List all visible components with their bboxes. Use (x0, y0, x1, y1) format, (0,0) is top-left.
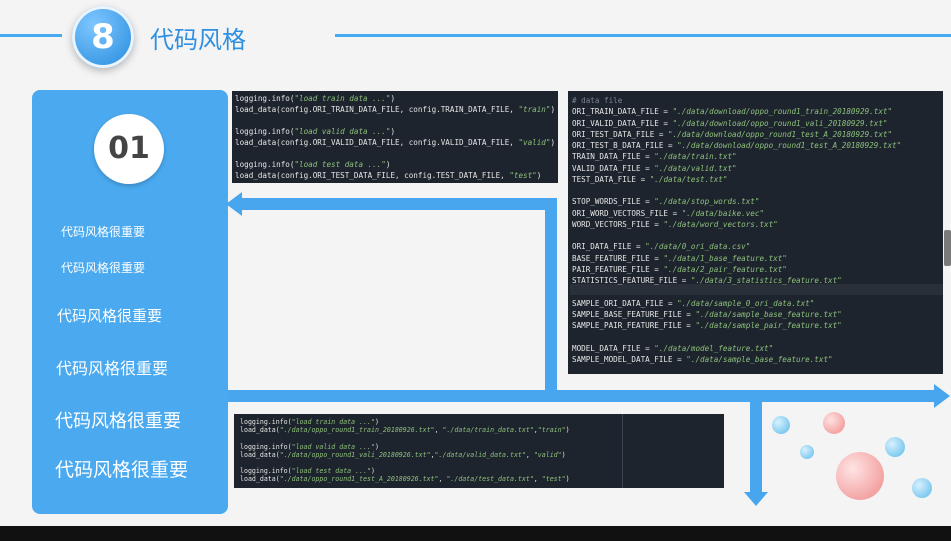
code-line: logging.info("load train data ...") (235, 94, 396, 103)
panel-text-2: 代码风格很重要 (61, 261, 146, 275)
bubble-blue-4 (912, 478, 932, 498)
code-line: load_data(config.ORI_TRAIN_DATA_FILE, co… (235, 105, 556, 114)
code-line: ORI_DATA_FILE = "./data/0_ori_data.csv" (572, 242, 751, 252)
panel-text-1: 代码风格很重要 (61, 225, 146, 239)
code-line: ORI_WORD_VECTORS_FILE = "./data/baike.ve… (572, 208, 765, 218)
header-line-right (335, 34, 951, 37)
header-line-left (0, 34, 62, 37)
code-block-config: # data file ORI_TRAIN_DATA_FILE = "./data… (568, 91, 943, 374)
bubble-blue-2 (800, 445, 814, 459)
code-line: load_data("./data/oppo_round1_test_A_201… (240, 475, 570, 484)
bubble-pink-1 (823, 412, 845, 434)
arrow-right-icon (934, 384, 950, 408)
code-line: logging.info("load valid data ...") (235, 127, 396, 136)
panel-text-4: 代码风格很重要 (56, 359, 169, 378)
arrow-down-icon (744, 492, 768, 506)
bubble-blue-3 (885, 437, 905, 457)
code-line: STOP_WORDS_FILE = "./data/stop_words.txt… (572, 197, 760, 207)
code-line: logging.info("load test data ...") (235, 160, 391, 169)
code-block-top: logging.info("load train data ...") load_… (232, 91, 558, 183)
code-line: logging.info("load train data ...") (240, 418, 379, 426)
code-line: WORD_VECTORS_FILE = "./data/word_vectors… (572, 219, 778, 229)
bubble-pink-large (836, 452, 884, 500)
cursor-line-highlight (570, 284, 943, 295)
code-line: SAMPLE_MODEL_DATA_FILE = "./data/sample_… (572, 354, 833, 364)
panel-text-6: 代码风格很重要 (55, 459, 189, 481)
code-line: TEST_DATA_FILE = "./data/test.txt" (572, 174, 728, 184)
code-line: PAIR_FEATURE_FILE = "./data/2_pair_featu… (572, 264, 787, 274)
code-line: SAMPLE_BASE_FEATURE_FILE = "./data/sampl… (572, 309, 842, 319)
code-line: # data file (572, 96, 623, 105)
page-title: 代码风格 (150, 26, 246, 54)
bubble-blue-1 (772, 416, 790, 434)
panel-text-5: 代码风格很重要 (55, 411, 181, 432)
code-line: MODEL_DATA_FILE = "./data/model_feature.… (572, 343, 774, 353)
code-line: TRAIN_DATA_FILE = "./data/train.txt" (572, 152, 737, 162)
connector-to-left (242, 198, 557, 210)
bottom-bar (0, 526, 951, 541)
connector-vertical (545, 198, 557, 391)
code-line: BASE_FEATURE_FILE = "./data/1_base_featu… (572, 253, 787, 263)
code-block-bottom: logging.info("load train data ...") load_… (234, 414, 724, 488)
code-line: logging.info("load test data ...") (240, 467, 375, 476)
code-line: SAMPLE_ORI_DATA_FILE = "./data/sample_0_… (572, 298, 815, 308)
code-line: ORI_TRAIN_DATA_FILE = "./data/download/o… (572, 107, 893, 117)
code-line: ORI_TEST_DATA_FILE = "./data/download/op… (572, 129, 893, 139)
code-line: load_data("./data/oppo_round1_vali_20180… (240, 450, 566, 459)
code-line: load_data(config.ORI_VALID_DATA_FILE, co… (235, 138, 556, 147)
arrow-left-icon (226, 192, 242, 216)
section-number-badge: 8 (72, 6, 134, 68)
connector-down (750, 390, 762, 494)
connector-horizontal (228, 390, 936, 402)
code-line: ORI_VALID_DATA_FILE = "./data/download/o… (572, 118, 888, 128)
panel-text-3: 代码风格很重要 (57, 307, 163, 325)
editor-divider (622, 414, 623, 488)
scroll-handle[interactable] (944, 230, 951, 266)
code-line: logging.info("load valid data ...") (240, 442, 379, 451)
code-line: ORI_TEST_B_DATA_FILE = "./data/download/… (572, 141, 902, 150)
code-line: SAMPLE_PAIR_FEATURE_FILE = "./data/sampl… (572, 321, 842, 330)
item-number-badge: 01 (94, 114, 164, 184)
code-line: load_data(config.ORI_TEST_DATA_FILE, con… (235, 171, 542, 180)
code-line: load_data("./data/oppo_round1_train_2018… (240, 426, 570, 435)
code-line: VALID_DATA_FILE = "./data/valid.txt" (572, 163, 737, 173)
